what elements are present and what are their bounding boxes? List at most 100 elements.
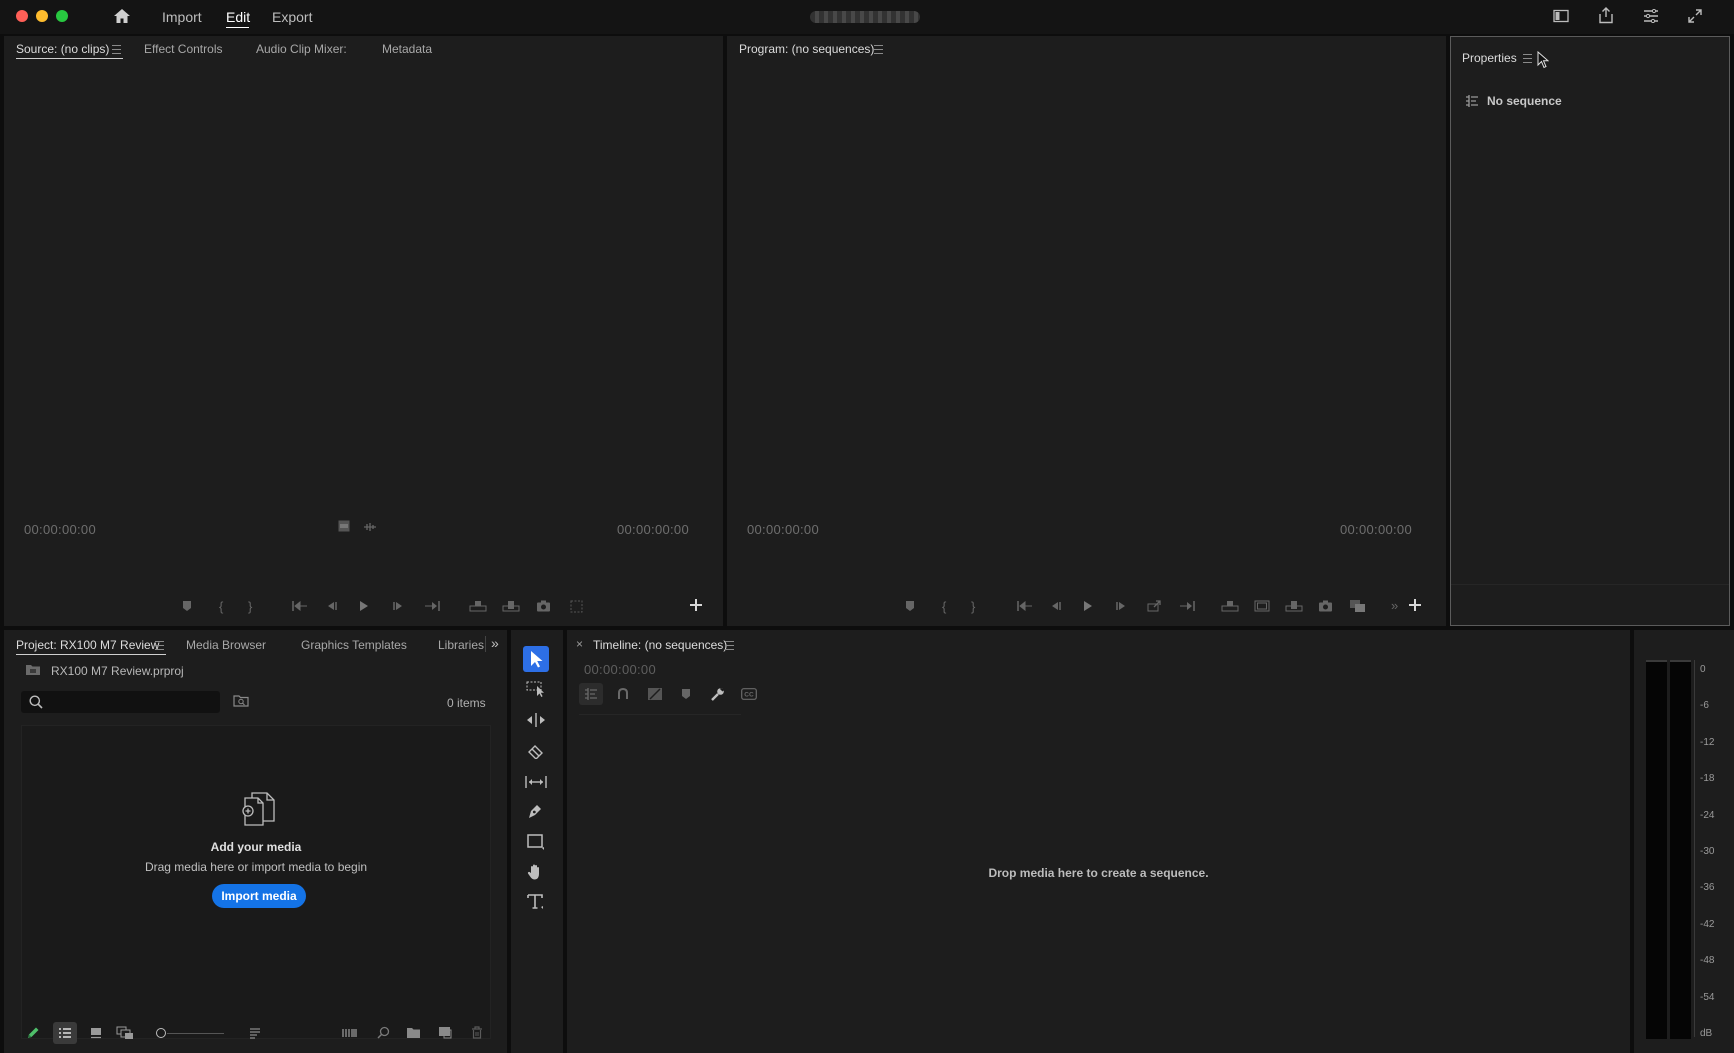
source-timecode-out[interactable]: 00:00:00:00 bbox=[617, 522, 689, 537]
close-window-button[interactable] bbox=[16, 10, 28, 22]
zoom-slider-track[interactable] bbox=[167, 1033, 224, 1034]
multi-camera-icon[interactable] bbox=[1349, 599, 1366, 613]
pen-tool-icon[interactable] bbox=[527, 803, 543, 820]
slip-tool-icon[interactable] bbox=[525, 775, 547, 789]
play-icon[interactable] bbox=[359, 600, 369, 612]
source-timecode-in[interactable]: 00:00:00:00 bbox=[24, 522, 96, 537]
zoom-slider-handle[interactable] bbox=[156, 1028, 166, 1038]
captions-icon[interactable]: CC bbox=[741, 688, 757, 700]
nest-sequences-button[interactable] bbox=[579, 683, 603, 705]
trash-icon[interactable] bbox=[471, 1026, 483, 1039]
step-back-icon[interactable] bbox=[326, 601, 338, 611]
add-marker-icon[interactable] bbox=[905, 600, 915, 612]
export-frame-icon[interactable] bbox=[1318, 600, 1333, 612]
comparison-view-icon[interactable] bbox=[1285, 600, 1303, 612]
mark-out-icon[interactable]: } bbox=[971, 599, 975, 614]
properties-footer-divider bbox=[1451, 584, 1729, 585]
home-icon[interactable] bbox=[113, 8, 131, 24]
search-input[interactable] bbox=[49, 693, 213, 711]
settings-icon[interactable] bbox=[570, 600, 583, 613]
tab-source[interactable]: Source: (no clips) bbox=[16, 42, 109, 56]
tab-project[interactable]: Project: RX100 M7 Review bbox=[16, 638, 159, 652]
mark-in-icon[interactable]: { bbox=[942, 599, 946, 614]
linked-selection-icon[interactable] bbox=[647, 687, 663, 701]
tab-audio-clip-mixer[interactable]: Audio Clip Mixer: bbox=[256, 42, 347, 56]
share-icon[interactable] bbox=[1598, 7, 1614, 24]
import-media-button[interactable]: Import media bbox=[212, 884, 306, 908]
track-select-tool-icon[interactable] bbox=[526, 679, 546, 697]
tab-media-browser[interactable]: Media Browser bbox=[186, 638, 266, 652]
drag-video-icon[interactable] bbox=[338, 520, 350, 532]
go-to-out-icon[interactable] bbox=[424, 601, 440, 611]
timeline-timecode[interactable]: 00:00:00:00 bbox=[584, 662, 656, 677]
freeform-view-icon[interactable] bbox=[116, 1026, 134, 1040]
button-editor-icon[interactable] bbox=[1409, 599, 1421, 611]
tab-metadata[interactable]: Metadata bbox=[382, 42, 432, 56]
tab-properties[interactable]: Properties bbox=[1462, 51, 1517, 65]
selection-tool[interactable] bbox=[523, 646, 549, 672]
close-tab-icon[interactable]: × bbox=[576, 637, 583, 651]
sort-icon[interactable] bbox=[249, 1027, 261, 1039]
drag-audio-icon[interactable] bbox=[363, 522, 377, 532]
hand-tool-icon[interactable] bbox=[526, 863, 544, 881]
wrench-icon[interactable] bbox=[710, 687, 725, 702]
insert-icon[interactable] bbox=[469, 600, 487, 612]
play-icon[interactable] bbox=[1083, 600, 1093, 612]
razor-tool-icon[interactable] bbox=[527, 743, 545, 759]
new-item-icon[interactable] bbox=[438, 1026, 452, 1039]
more-tabs-icon[interactable]: » bbox=[491, 635, 499, 651]
mark-out-icon[interactable]: } bbox=[248, 599, 252, 614]
quick-export-icon[interactable] bbox=[1643, 9, 1659, 23]
tab-program[interactable]: Program: (no sequences) bbox=[739, 42, 874, 56]
add-marker-icon[interactable] bbox=[182, 600, 192, 612]
project-file-icon bbox=[25, 663, 41, 676]
overwrite-icon[interactable] bbox=[502, 600, 520, 612]
drop-media-message[interactable]: Drop media here to create a sequence. bbox=[567, 866, 1630, 880]
minimize-window-button[interactable] bbox=[36, 10, 48, 22]
source-panel-menu-icon[interactable] bbox=[112, 45, 121, 54]
extract-icon[interactable] bbox=[1221, 600, 1239, 612]
new-bin-icon[interactable] bbox=[406, 1027, 421, 1039]
tab-libraries[interactable]: Libraries bbox=[438, 638, 484, 652]
automate-to-sequence-icon[interactable] bbox=[342, 1027, 358, 1039]
button-editor-icon[interactable] bbox=[690, 599, 702, 611]
type-tool-icon[interactable] bbox=[527, 893, 544, 910]
step-back-icon[interactable] bbox=[1050, 601, 1062, 611]
workspaces-icon[interactable] bbox=[1553, 9, 1569, 23]
go-to-in-icon[interactable] bbox=[292, 601, 308, 611]
list-view-button[interactable] bbox=[53, 1022, 77, 1044]
tab-effect-controls[interactable]: Effect Controls bbox=[144, 42, 222, 56]
snap-icon[interactable] bbox=[617, 688, 629, 700]
go-to-in-icon[interactable] bbox=[1017, 601, 1033, 611]
step-forward-icon[interactable] bbox=[1115, 601, 1127, 611]
tab-graphics-templates[interactable]: Graphics Templates bbox=[301, 638, 407, 652]
rectangle-tool-icon[interactable] bbox=[527, 834, 545, 850]
program-timecode-out[interactable]: 00:00:00:00 bbox=[1340, 522, 1412, 537]
go-to-out-icon[interactable] bbox=[1179, 601, 1195, 611]
mark-in-icon[interactable]: { bbox=[219, 599, 223, 614]
project-search-field[interactable] bbox=[21, 691, 220, 713]
find-bin-icon[interactable] bbox=[233, 694, 249, 708]
menu-edit[interactable]: Edit bbox=[226, 9, 250, 25]
lift-icon[interactable] bbox=[1147, 600, 1162, 612]
safe-margins-icon[interactable] bbox=[1254, 600, 1270, 612]
find-icon[interactable] bbox=[377, 1026, 390, 1039]
export-frame-icon[interactable] bbox=[536, 600, 551, 612]
fullscreen-icon[interactable] bbox=[1687, 8, 1703, 24]
more-controls-icon[interactable]: » bbox=[1391, 598, 1398, 613]
step-forward-icon[interactable] bbox=[392, 601, 404, 611]
icon-view-icon[interactable] bbox=[90, 1027, 102, 1039]
tab-timeline[interactable]: Timeline: (no sequences) bbox=[593, 638, 727, 652]
properties-panel-menu-icon[interactable] bbox=[1523, 54, 1532, 63]
maximize-window-button[interactable] bbox=[56, 10, 68, 22]
media-drop-zone[interactable]: Add your media Drag media here or import… bbox=[21, 725, 491, 1039]
menu-export[interactable]: Export bbox=[272, 9, 312, 25]
pencil-icon[interactable] bbox=[26, 1026, 40, 1040]
program-panel-menu-icon[interactable] bbox=[874, 45, 883, 54]
menu-import[interactable]: Import bbox=[162, 9, 202, 25]
timeline-marker-icon[interactable] bbox=[681, 688, 691, 700]
project-panel-menu-icon[interactable] bbox=[155, 641, 164, 650]
timeline-panel-menu-icon[interactable] bbox=[725, 641, 734, 650]
program-timecode-in[interactable]: 00:00:00:00 bbox=[747, 522, 819, 537]
ripple-edit-tool-icon[interactable] bbox=[526, 713, 546, 727]
